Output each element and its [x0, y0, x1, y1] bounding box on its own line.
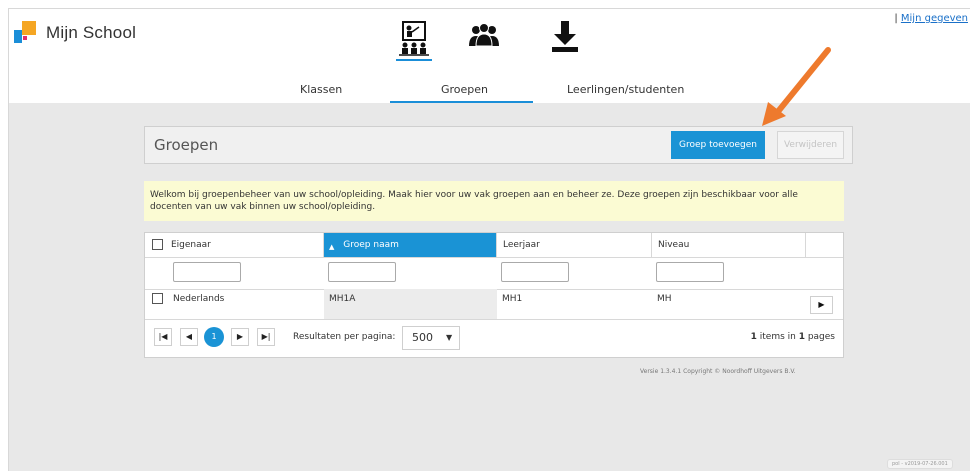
- column-eigenaar[interactable]: Eigenaar: [165, 233, 324, 257]
- next-page-button[interactable]: ▶: [231, 328, 249, 346]
- brand-name: Mijn School: [46, 23, 137, 42]
- filter-leerjaar-input[interactable]: [501, 262, 569, 282]
- per-page-label: Resultaten per pagina:: [293, 332, 396, 342]
- add-group-button[interactable]: Groep toevoegen: [671, 131, 765, 159]
- column-niveau[interactable]: Niveau: [652, 233, 806, 257]
- row-checkbox[interactable]: [152, 293, 163, 304]
- school-logo[interactable]: [14, 21, 36, 43]
- sort-ascending-icon: ▲: [329, 243, 335, 251]
- annotation-arrow-icon: [762, 47, 831, 126]
- per-page-value: 500: [412, 331, 433, 344]
- select-all-checkbox[interactable]: [152, 239, 163, 250]
- version-text: Versie 1.3.4.1 Copyright © Noordhoff Uit…: [640, 368, 796, 375]
- cell-niveau: MH: [657, 294, 672, 304]
- build-badge: pol - v2019-07-26.001: [887, 459, 953, 469]
- info-notice: Welkom bij groepenbeheer van uw school/o…: [144, 181, 844, 221]
- table-row[interactable]: Nederlands MH1A MH1 MH ▶: [145, 289, 843, 320]
- my-data-link[interactable]: Mijn gegeven: [901, 13, 968, 24]
- chevron-down-icon: ▼: [446, 333, 453, 342]
- cell-eigenaar: Nederlands: [173, 294, 225, 304]
- pagination: |◀ ◀ 1 ▶ ▶| Resultaten per pagina: 500 ▼…: [145, 319, 843, 357]
- cell-leerjaar: MH1: [502, 294, 523, 304]
- tab-groepen[interactable]: Groepen: [441, 83, 488, 96]
- column-groep-naam[interactable]: ▲ Groep naam: [324, 233, 497, 257]
- row-details-button[interactable]: ▶: [810, 296, 833, 314]
- page-title: Groepen: [154, 136, 219, 154]
- per-page-select[interactable]: 500 ▼: [402, 326, 460, 350]
- prev-page-button[interactable]: ◀: [180, 328, 198, 346]
- group-icon[interactable]: [464, 20, 504, 56]
- groups-table: Eigenaar ▲ Groep naam Leerjaar Niveau Ne…: [144, 232, 844, 358]
- items-text: items in: [756, 332, 799, 342]
- cell-groep-naam: MH1A: [324, 289, 497, 319]
- tab-leerlingen[interactable]: Leerlingen/studenten: [567, 83, 684, 96]
- icon-active-indicator: [396, 59, 432, 61]
- column-leerjaar[interactable]: Leerjaar: [497, 233, 652, 257]
- current-page-button[interactable]: 1: [204, 327, 224, 347]
- filter-row: [145, 257, 843, 290]
- download-icon[interactable]: [545, 20, 585, 56]
- column-groep-naam-label: Groep naam: [343, 240, 399, 250]
- page-header-panel: Groepen Groep toevoegen Verwijderen: [144, 126, 853, 164]
- delete-button[interactable]: Verwijderen: [777, 131, 844, 159]
- filter-niveau-input[interactable]: [656, 262, 724, 282]
- filter-groep-naam-input[interactable]: [328, 262, 396, 282]
- items-info: 1 items in 1 pages: [751, 332, 835, 342]
- user-menu: | Mijn gegeven: [894, 13, 968, 24]
- table-header: Eigenaar ▲ Groep naam Leerjaar Niveau: [145, 233, 843, 258]
- pages-text: pages: [804, 332, 835, 342]
- filter-eigenaar-input[interactable]: [173, 262, 241, 282]
- tab-klassen[interactable]: Klassen: [300, 83, 342, 96]
- last-page-button[interactable]: ▶|: [257, 328, 275, 346]
- classroom-icon[interactable]: [394, 20, 434, 56]
- first-page-button[interactable]: |◀: [154, 328, 172, 346]
